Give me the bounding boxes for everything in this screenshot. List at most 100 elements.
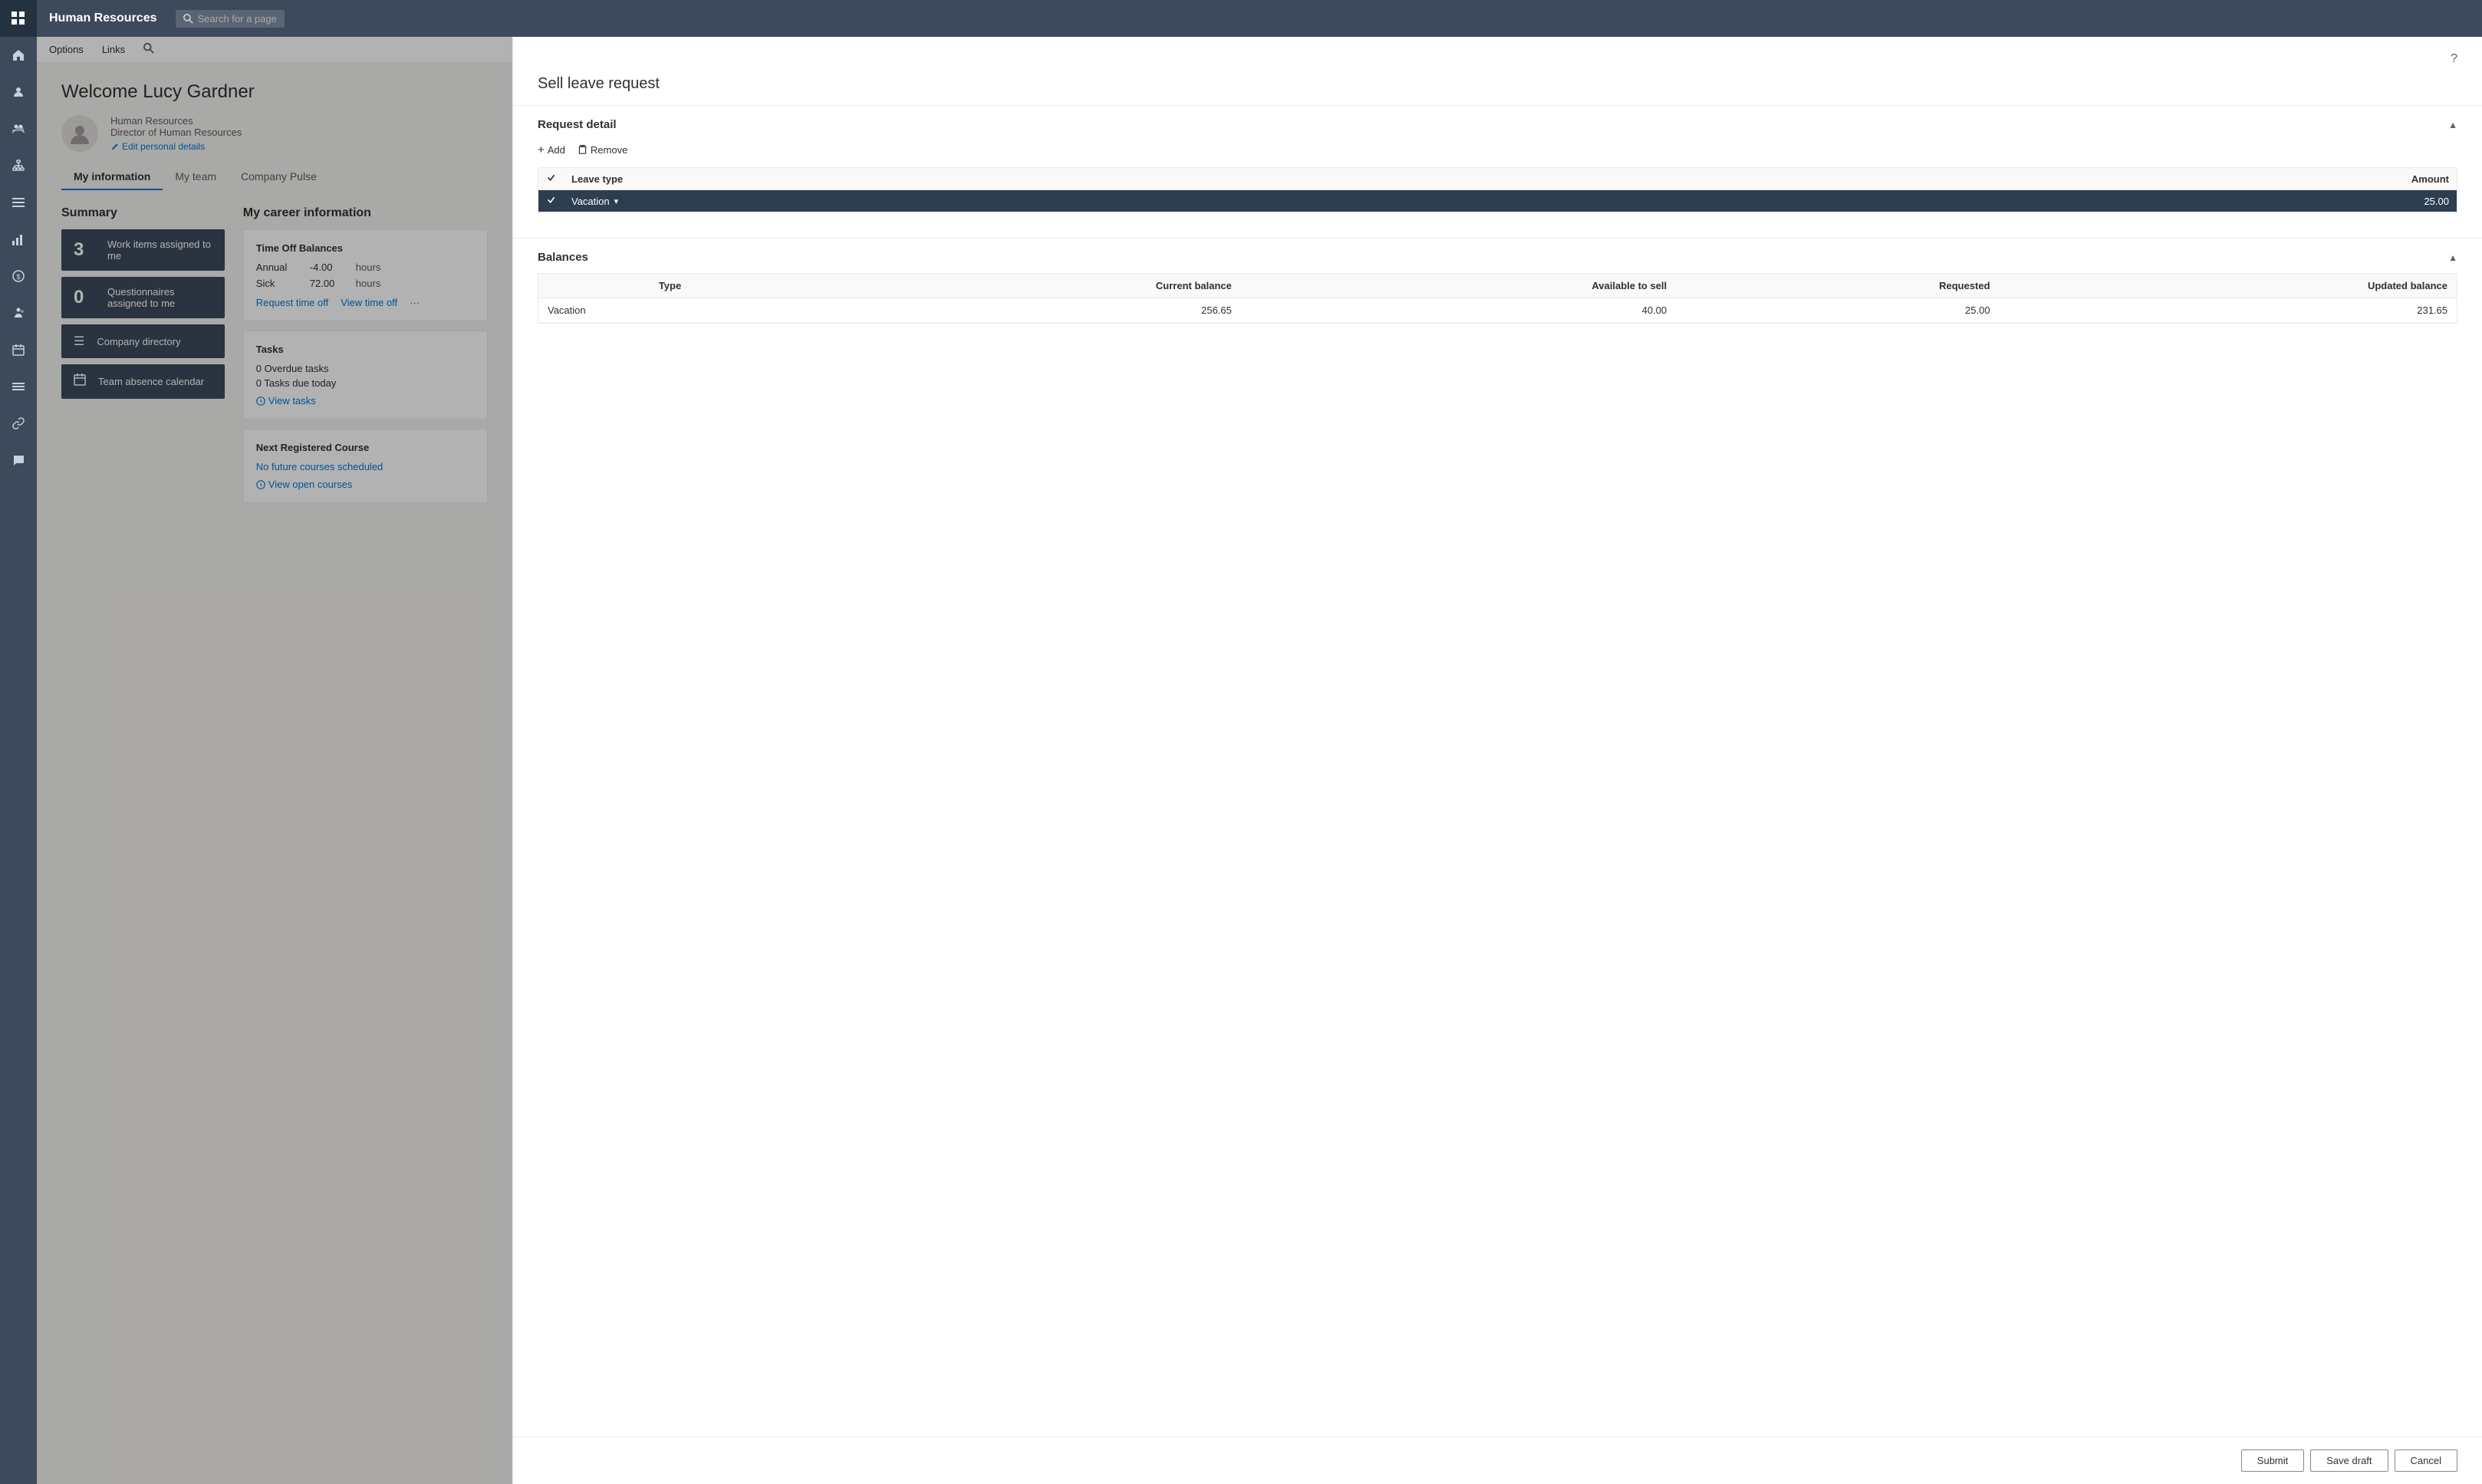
no-courses-label: No future courses scheduled [256,461,475,472]
panel-title: Sell leave request [513,75,2482,105]
time-off-more-icon[interactable]: ··· [410,297,420,308]
current-balance-cell: 256.65 [802,298,1241,323]
tasks-title: Tasks [256,344,475,355]
content-area: Options Links Welcome Lucy Gardner [37,37,2482,1484]
tasks-card: Tasks 0 Overdue tasks 0 Tasks due today … [243,331,488,420]
company-directory-card[interactable]: ☰ Company directory [61,324,225,358]
questionnaires-label: Questionnaires assigned to me [107,286,212,309]
balances-title: Balances [538,251,588,264]
hr-toolbar: Options Links [37,37,512,63]
team-absence-label: Team absence calendar [98,376,204,387]
search-placeholder: Search for a page [198,13,277,25]
request-detail-collapse-icon[interactable]: ▲ [2448,120,2457,130]
leave-type-value: Vacation [571,196,610,207]
time-off-card: Time Off Balances Annual -4.00 hours Sic… [243,229,488,321]
work-items-card[interactable]: 3 Work items assigned to me [61,229,225,271]
request-time-off-link[interactable]: Request time off [256,297,328,308]
nav-org-icon[interactable] [0,147,37,184]
add-button[interactable]: + Add [538,140,565,160]
left-navigation: $ [0,0,37,1484]
user-role: Director of Human Resources [110,127,242,138]
questionnaires-card[interactable]: 0 Questionnaires assigned to me [61,277,225,318]
right-panel: ? Sell leave request Request detail ▲ + … [512,37,2482,1484]
current-balance-col-header: Current balance [802,274,1241,298]
edit-personal-details-link[interactable]: Edit personal details [110,141,242,152]
leave-type-dropdown-icon[interactable]: ▾ [614,196,619,206]
toolbar-search-icon[interactable] [143,43,154,56]
submit-button[interactable]: Submit [2241,1449,2304,1472]
options-menu[interactable]: Options [49,44,84,55]
course-title: Next Registered Course [256,442,475,453]
view-tasks-link[interactable]: View tasks [256,395,475,406]
requested-cell: 25.00 [1676,298,1999,323]
view-open-courses-link[interactable]: View open courses [256,479,475,490]
nav-calendar-icon[interactable] [0,331,37,368]
app-grid-icon[interactable] [0,0,37,37]
balances-header: Balances ▲ [538,251,2457,264]
leave-type-cell[interactable]: Vacation ▾ [564,190,1620,212]
hr-page-wrapper: Options Links Welcome Lucy Gardner [37,37,512,1484]
type-col-header: Type [538,274,802,298]
tab-company-pulse[interactable]: Company Pulse [229,164,329,190]
team-absence-card[interactable]: Team absence calendar [61,364,225,399]
top-bar: Human Resources Search for a page [37,0,2482,37]
amount-col-header: Amount [1620,168,2457,190]
balances-table: Type Current balance Available to sell R… [538,274,2457,323]
balances-section: Balances ▲ Type Current balance [513,238,2482,336]
annual-value: -4.00 [310,262,356,273]
request-detail-header: Request detail ▲ [538,118,2457,131]
nav-home-icon[interactable] [0,37,37,74]
panel-header: ? [513,37,2482,75]
annual-balance-row: Annual -4.00 hours [256,262,475,273]
balances-table-wrapper: Type Current balance Available to sell R… [538,273,2457,324]
updated-balance-col-header: Updated balance [2000,274,2457,298]
two-col-layout: Summary 3 Work items assigned to me 0 Qu… [61,206,488,512]
questionnaires-count: 0 [74,287,98,308]
annual-unit: hours [356,262,381,273]
remove-trash-icon [578,144,588,156]
balance-type-cell: Vacation [538,298,802,323]
sick-label: Sick [256,278,310,289]
help-icon[interactable]: ? [2451,52,2457,66]
leave-type-col-header: Leave type [564,168,1620,190]
main-area: Human Resources Search for a page Option… [37,0,2482,1484]
table-row[interactable]: Vacation ▾ 25.00 [538,190,2457,212]
nav-link-icon[interactable] [0,405,37,442]
available-sell-col-header: Available to sell [1241,274,1676,298]
available-sell-cell: 40.00 [1241,298,1676,323]
save-draft-button[interactable]: Save draft [2310,1449,2388,1472]
tab-my-team[interactable]: My team [163,164,229,190]
user-company: Human Resources [110,115,242,127]
career-section: My career information Time Off Balances … [243,206,488,512]
request-detail-section: Request detail ▲ + Add Remove [513,105,2482,225]
links-menu[interactable]: Links [102,44,125,55]
tab-my-information[interactable]: My information [61,164,163,190]
sick-unit: hours [356,278,381,289]
nav-team-icon[interactable] [0,294,37,331]
panel-footer: Submit Save draft Cancel [513,1436,2482,1484]
search-box[interactable]: Search for a page [176,10,285,28]
remove-button[interactable]: Remove [578,140,627,160]
tabs: My information My team Company Pulse [61,164,488,191]
nav-users-icon[interactable] [0,110,37,147]
balances-collapse-icon[interactable]: ▲ [2448,252,2457,263]
balances-table-row: Vacation 256.65 40.00 25.00 231.65 [538,298,2457,323]
app-title: Human Resources [49,12,157,25]
nav-chat-icon[interactable] [0,442,37,479]
annual-label: Annual [256,262,310,273]
nav-dollar-icon[interactable]: $ [0,258,37,294]
sick-value: 72.00 [310,278,356,289]
nav-list-icon[interactable] [0,184,37,221]
cancel-button[interactable]: Cancel [2395,1449,2457,1472]
hr-content: Welcome Lucy Gardner Human Resources Dir… [37,63,512,531]
nav-menu-icon[interactable] [0,368,37,405]
request-detail-table: Leave type Amount [538,168,2457,212]
overdue-tasks: 0 Overdue tasks [256,363,475,374]
nav-person-icon[interactable] [0,74,37,110]
view-time-off-link[interactable]: View time off [341,297,397,308]
due-today-tasks: 0 Tasks due today [256,377,475,389]
career-title: My career information [243,206,488,220]
check-col-header [538,168,564,190]
nav-chart-icon[interactable] [0,221,37,258]
welcome-title: Welcome Lucy Gardner [61,81,488,103]
